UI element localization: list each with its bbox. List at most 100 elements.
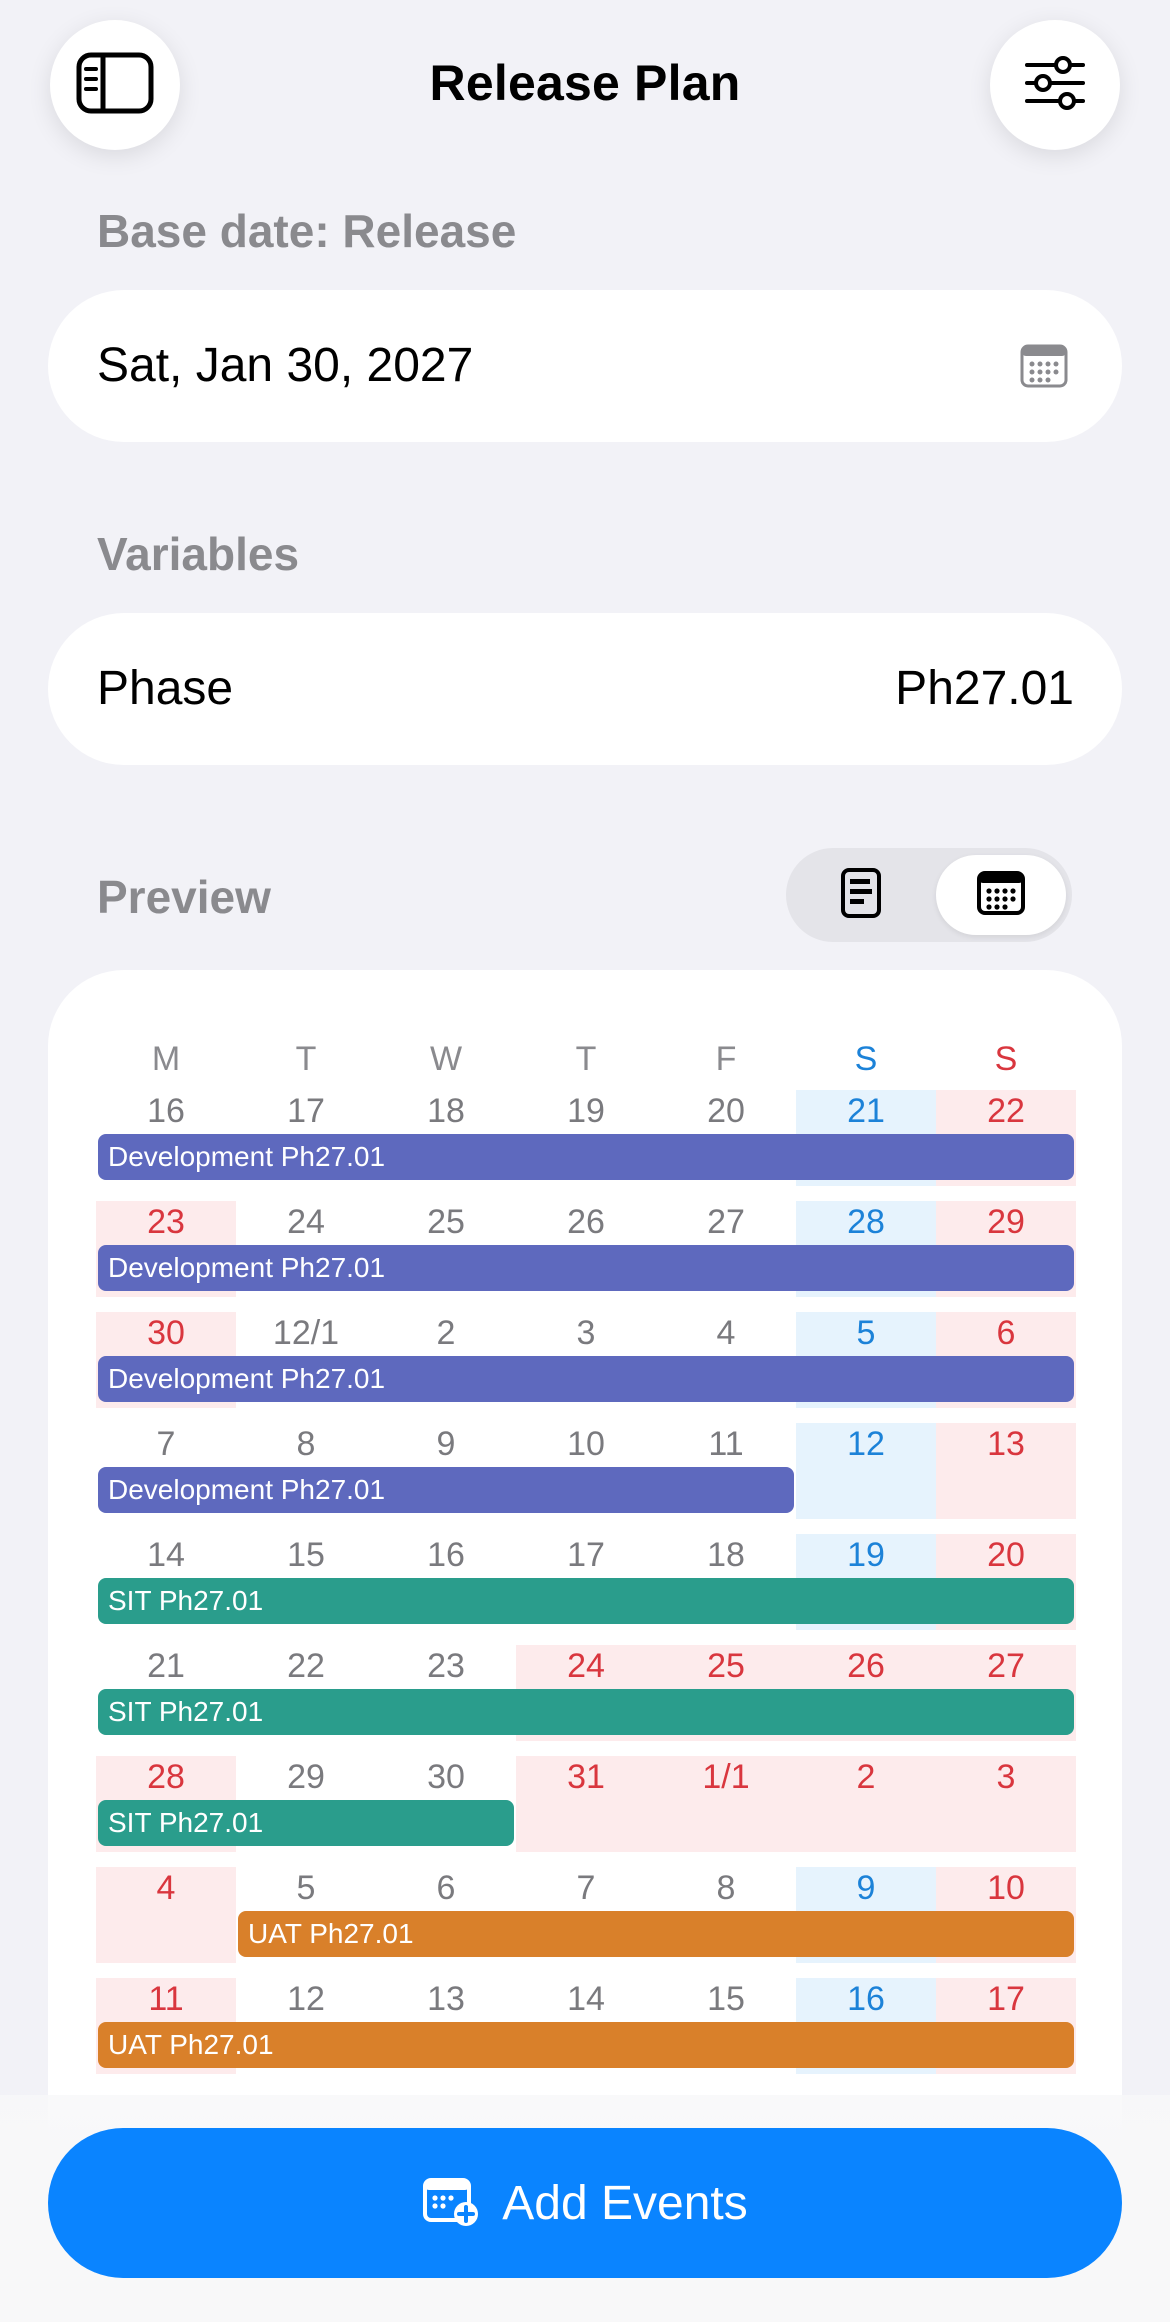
calendar-view-icon bbox=[976, 870, 1026, 921]
day-number[interactable]: 16 bbox=[796, 1980, 936, 2019]
day-number[interactable]: 14 bbox=[516, 1980, 656, 2019]
weekday-sat: S bbox=[854, 1040, 878, 1078]
day-number[interactable]: 19 bbox=[516, 1092, 656, 1131]
day-number[interactable]: 27 bbox=[936, 1647, 1076, 1686]
day-number[interactable]: 1/1 bbox=[656, 1758, 796, 1797]
day-number[interactable]: 14 bbox=[96, 1536, 236, 1575]
event-bar[interactable]: Development Ph27.01 bbox=[98, 1245, 1074, 1291]
day-number[interactable]: 17 bbox=[516, 1536, 656, 1575]
day-number[interactable]: 11 bbox=[656, 1425, 796, 1464]
day-number[interactable]: 2 bbox=[796, 1758, 936, 1797]
calendar-week: 30 12/1 2 3 4 5 6 Development Ph27.01 bbox=[96, 1312, 1096, 1408]
day-number[interactable]: 3 bbox=[936, 1758, 1076, 1797]
event-bar[interactable]: UAT Ph27.01 bbox=[98, 2022, 1074, 2068]
calendar-add-icon bbox=[422, 2175, 480, 2232]
calendar-week: 28 29 30 31 1/1 2 3 SIT Ph27.01 bbox=[96, 1756, 1096, 1852]
day-number[interactable]: 5 bbox=[236, 1869, 376, 1908]
day-number[interactable]: 13 bbox=[936, 1425, 1076, 1464]
day-number[interactable]: 17 bbox=[936, 1980, 1076, 2019]
day-number[interactable]: 17 bbox=[236, 1092, 376, 1131]
weekday-wed: W bbox=[429, 1040, 463, 1078]
day-number[interactable]: 28 bbox=[796, 1203, 936, 1242]
day-number[interactable]: 16 bbox=[376, 1536, 516, 1575]
event-bar[interactable]: UAT Ph27.01 bbox=[238, 1911, 1074, 1957]
base-date-picker[interactable]: Sat, Jan 30, 2027 bbox=[48, 290, 1122, 442]
day-number[interactable]: 13 bbox=[376, 1980, 516, 2019]
day-number[interactable]: 29 bbox=[236, 1758, 376, 1797]
variables-label: Variables bbox=[97, 528, 300, 580]
day-number[interactable]: 25 bbox=[376, 1203, 516, 1242]
day-number[interactable]: 21 bbox=[796, 1092, 936, 1131]
event-bar[interactable]: Development Ph27.01 bbox=[98, 1467, 794, 1513]
day-number[interactable]: 18 bbox=[656, 1536, 796, 1575]
event-bar[interactable]: Development Ph27.01 bbox=[98, 1134, 1074, 1180]
calendar-week: 21 22 23 24 25 26 27 SIT Ph27.01 bbox=[96, 1645, 1096, 1741]
day-number[interactable]: 30 bbox=[96, 1314, 236, 1353]
weekday-sun: S bbox=[994, 1040, 1018, 1078]
day-number[interactable]: 6 bbox=[376, 1869, 516, 1908]
day-number[interactable]: 20 bbox=[656, 1092, 796, 1131]
day-number[interactable]: 10 bbox=[516, 1425, 656, 1464]
day-number[interactable]: 12/1 bbox=[236, 1314, 376, 1353]
calendar-week: 23 24 25 26 27 28 29 Development Ph27.01 bbox=[96, 1201, 1096, 1297]
settings-button[interactable] bbox=[990, 20, 1120, 150]
day-number[interactable]: 15 bbox=[656, 1980, 796, 2019]
day-number[interactable]: 22 bbox=[236, 1647, 376, 1686]
day-number[interactable]: 29 bbox=[936, 1203, 1076, 1242]
day-number[interactable]: 18 bbox=[376, 1092, 516, 1131]
day-number[interactable]: 9 bbox=[376, 1425, 516, 1464]
weekday-mon: M bbox=[151, 1040, 181, 1078]
day-number[interactable]: 5 bbox=[796, 1314, 936, 1353]
weekday-thu: T bbox=[575, 1040, 597, 1078]
day-number[interactable]: 24 bbox=[516, 1647, 656, 1686]
day-number[interactable]: 28 bbox=[96, 1758, 236, 1797]
day-number[interactable]: 3 bbox=[516, 1314, 656, 1353]
day-number[interactable]: 8 bbox=[236, 1425, 376, 1464]
day-number[interactable]: 15 bbox=[236, 1536, 376, 1575]
day-number[interactable]: 2 bbox=[376, 1314, 516, 1353]
day-number[interactable]: 4 bbox=[96, 1869, 236, 1908]
base-date-value: Sat, Jan 30, 2027 bbox=[97, 339, 474, 392]
day-number[interactable]: 31 bbox=[516, 1758, 656, 1797]
day-number[interactable]: 23 bbox=[96, 1203, 236, 1242]
list-view-button[interactable] bbox=[796, 855, 926, 935]
day-number[interactable]: 23 bbox=[376, 1647, 516, 1686]
top-bar: Release Plan bbox=[0, 0, 1170, 180]
day-number[interactable]: 6 bbox=[936, 1314, 1076, 1353]
day-number[interactable]: 4 bbox=[656, 1314, 796, 1353]
day-number[interactable]: 26 bbox=[796, 1647, 936, 1686]
calendar-view-button[interactable] bbox=[936, 855, 1066, 935]
weekday-fri: F bbox=[715, 1040, 737, 1078]
add-events-label: Add Events bbox=[502, 2176, 748, 2230]
calendar-week: 14 15 16 17 18 19 20 SIT Ph27.01 bbox=[96, 1534, 1096, 1630]
preview-label: Preview bbox=[97, 871, 271, 923]
day-number[interactable]: 7 bbox=[96, 1425, 236, 1464]
event-bar[interactable]: SIT Ph27.01 bbox=[98, 1800, 514, 1846]
view-mode-segmented-control bbox=[786, 848, 1072, 942]
day-number[interactable]: 10 bbox=[936, 1869, 1076, 1908]
day-number[interactable]: 22 bbox=[936, 1092, 1076, 1131]
event-bar[interactable]: SIT Ph27.01 bbox=[98, 1578, 1074, 1624]
event-bar[interactable]: Development Ph27.01 bbox=[98, 1356, 1074, 1402]
event-bar[interactable]: SIT Ph27.01 bbox=[98, 1689, 1074, 1735]
sliders-icon bbox=[1023, 55, 1087, 116]
variable-row-phase[interactable]: Phase Ph27.01 bbox=[48, 613, 1122, 765]
day-number[interactable]: 24 bbox=[236, 1203, 376, 1242]
day-number[interactable]: 11 bbox=[96, 1980, 236, 2019]
day-number[interactable]: 21 bbox=[96, 1647, 236, 1686]
day-number[interactable]: 9 bbox=[796, 1869, 936, 1908]
day-number[interactable]: 8 bbox=[656, 1869, 796, 1908]
add-events-button[interactable]: Add Events bbox=[48, 2128, 1122, 2278]
day-number[interactable]: 16 bbox=[96, 1092, 236, 1131]
day-number[interactable]: 20 bbox=[936, 1536, 1076, 1575]
day-number[interactable]: 26 bbox=[516, 1203, 656, 1242]
day-number[interactable]: 7 bbox=[516, 1869, 656, 1908]
day-number[interactable]: 27 bbox=[656, 1203, 796, 1242]
day-number[interactable]: 12 bbox=[236, 1980, 376, 2019]
day-number[interactable]: 19 bbox=[796, 1536, 936, 1575]
day-number[interactable]: 25 bbox=[656, 1647, 796, 1686]
calendar-week: 7 8 9 10 11 12 13 Development Ph27.01 bbox=[96, 1423, 1096, 1519]
day-number[interactable]: 12 bbox=[796, 1425, 936, 1464]
day-number[interactable]: 30 bbox=[376, 1758, 516, 1797]
calendar-week: 11 12 13 14 15 16 17 UAT Ph27.01 bbox=[96, 1978, 1096, 2074]
